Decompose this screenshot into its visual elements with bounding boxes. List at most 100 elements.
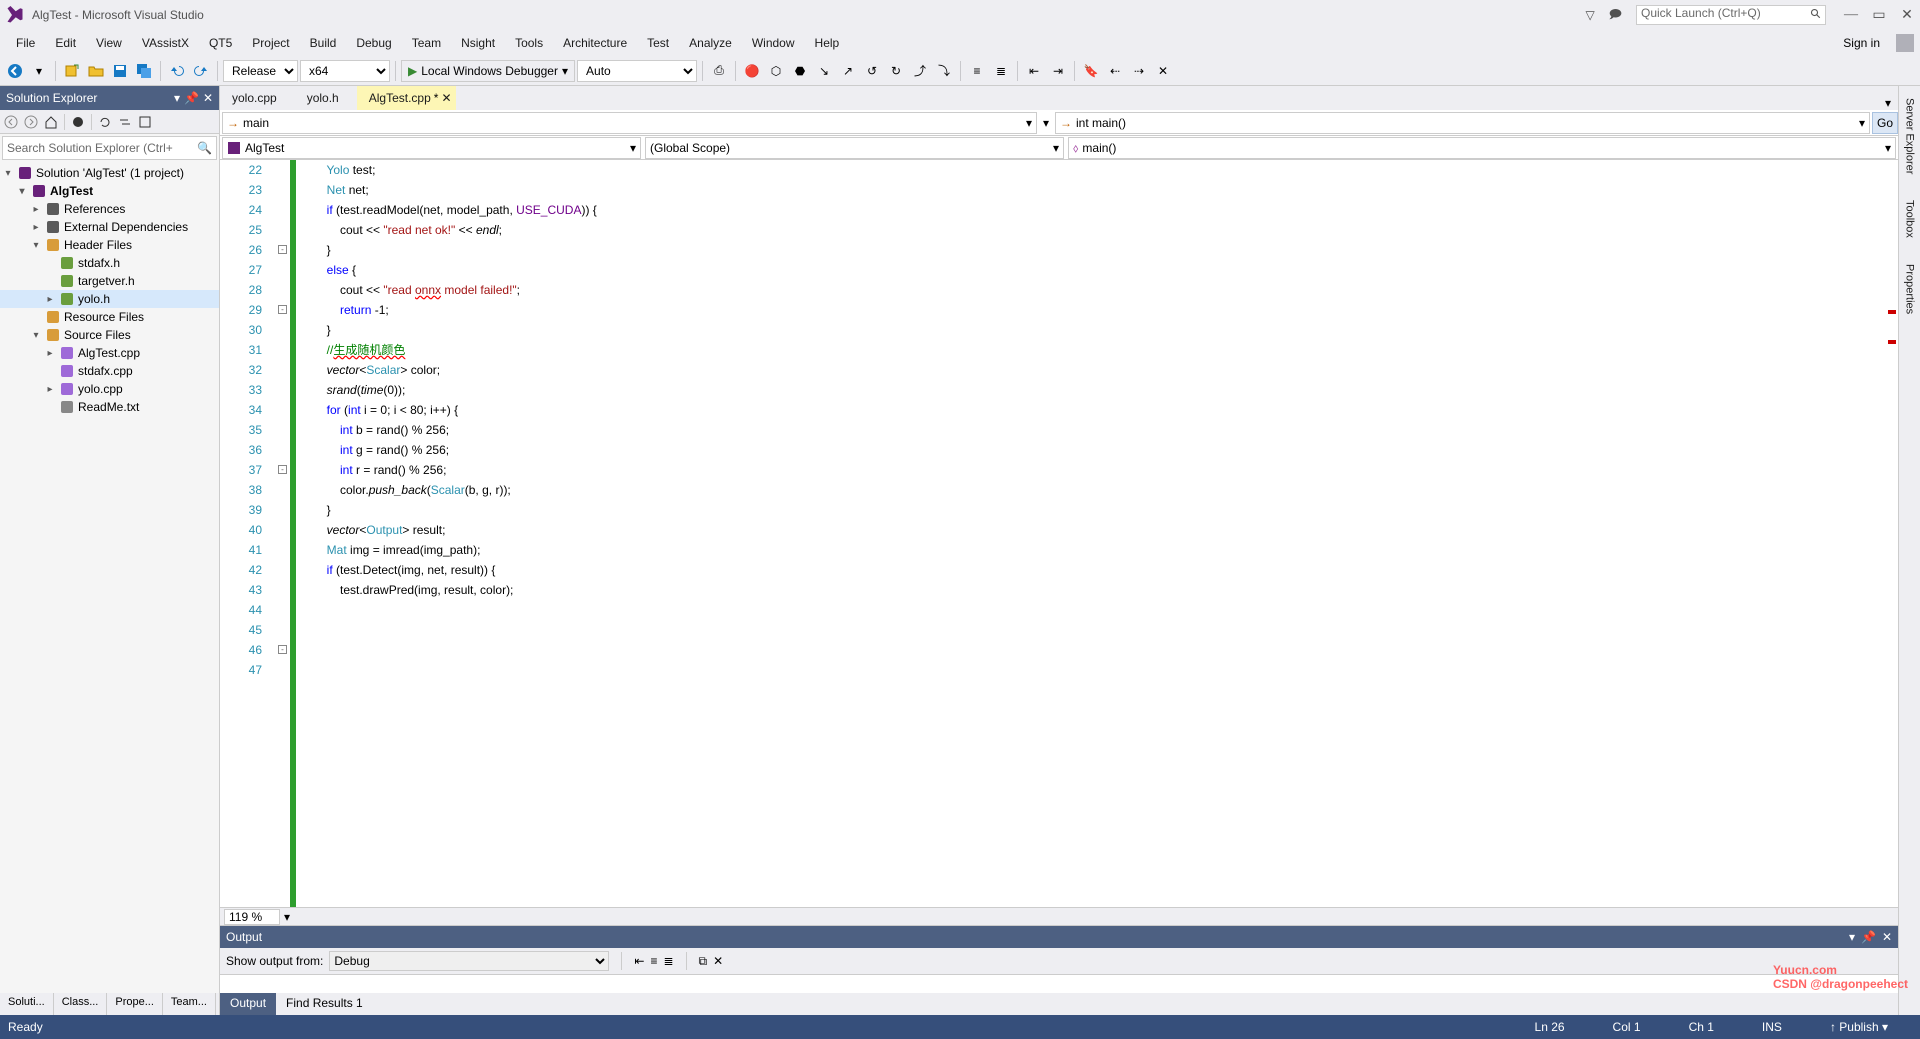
output-pin-icon[interactable]: 📌 xyxy=(1861,930,1876,944)
menu-edit[interactable]: Edit xyxy=(45,32,86,54)
nav-forward-button[interactable]: ▾ xyxy=(28,60,50,82)
zoom-select[interactable]: 119 % xyxy=(224,909,280,925)
tb-icon-15[interactable]: ⇠ xyxy=(1104,60,1126,82)
fold-toggle[interactable]: - xyxy=(278,465,287,474)
scope-namespace[interactable]: (Global Scope) ▾ xyxy=(645,137,1064,159)
save-all-button[interactable] xyxy=(133,60,155,82)
nav-dropdown-icon[interactable]: ▾ xyxy=(1039,116,1053,130)
menu-qt5[interactable]: QT5 xyxy=(199,32,242,54)
configuration-select[interactable]: Release xyxy=(223,60,298,82)
tree-item-source-files[interactable]: ▾Source Files xyxy=(0,326,219,344)
sync-icon[interactable] xyxy=(118,115,132,129)
feedback-icon[interactable]: 🗩 xyxy=(1609,5,1622,26)
refresh-icon[interactable] xyxy=(98,115,112,129)
tree-item-resource-files[interactable]: Resource Files xyxy=(0,308,219,326)
maximize-button[interactable]: ▭ xyxy=(1872,7,1886,24)
menu-tools[interactable]: Tools xyxy=(505,32,553,54)
auto-select[interactable]: Auto xyxy=(577,60,697,82)
tb-icon-5[interactable]: ↘ xyxy=(813,60,835,82)
fold-toggle[interactable]: - xyxy=(278,645,287,654)
scope-function[interactable]: ⬨ main() ▾ xyxy=(1068,137,1896,159)
menu-nsight[interactable]: Nsight xyxy=(451,32,505,54)
tb-icon-13[interactable]: ⇤ xyxy=(1023,60,1045,82)
save-button[interactable] xyxy=(109,60,131,82)
sign-in-link[interactable]: Sign in xyxy=(1843,36,1890,50)
rail-server-explorer[interactable]: Server Explorer xyxy=(1902,90,1918,182)
tree-item-references[interactable]: ▸References xyxy=(0,200,219,218)
menu-debug[interactable]: Debug xyxy=(346,32,401,54)
tab-team[interactable]: Team... xyxy=(163,993,216,1015)
solution-search-input[interactable]: Search Solution Explorer (Ctrl+ 🔍 xyxy=(2,136,217,160)
tb-icon-3[interactable]: ⬡ xyxy=(765,60,787,82)
quick-launch-input[interactable]: Quick Launch (Ctrl+Q) xyxy=(1636,5,1826,25)
go-button[interactable]: Go xyxy=(1872,112,1898,134)
scope-project[interactable]: AlgTest ▾ xyxy=(222,137,641,159)
bookmark-icon[interactable]: 🔖 xyxy=(1080,60,1102,82)
menu-window[interactable]: Window xyxy=(742,32,805,54)
output-dropdown-icon[interactable]: ▾ xyxy=(1849,930,1855,944)
tb-icon-9[interactable]: ⤴ xyxy=(909,60,931,82)
tab-output[interactable]: Output xyxy=(220,993,276,1015)
redo-button[interactable] xyxy=(190,60,212,82)
tb-icon-2[interactable]: 🔴 xyxy=(741,60,763,82)
tb-icon-4[interactable]: ⬣ xyxy=(789,60,811,82)
tree-item-solution-algtest-1-project-[interactable]: ▾Solution 'AlgTest' (1 project) xyxy=(0,164,219,182)
panel-close-icon[interactable]: ✕ xyxy=(203,91,213,105)
tree-item-header-files[interactable]: ▾Header Files xyxy=(0,236,219,254)
tb-icon-6[interactable]: ↗ xyxy=(837,60,859,82)
menu-architecture[interactable]: Architecture xyxy=(553,32,637,54)
tb-icon-11[interactable]: ≡ xyxy=(966,60,988,82)
close-button[interactable]: ✕ xyxy=(1900,7,1914,24)
output-body[interactable] xyxy=(220,974,1898,993)
tree-item-external-dependencies[interactable]: ▸External Dependencies xyxy=(0,218,219,236)
code-content[interactable]: Yolo test; Net net; if (test.readModel(n… xyxy=(296,160,1898,907)
tab-algtest-cpp[interactable]: AlgTest.cpp* ✕ xyxy=(357,86,457,110)
menu-view[interactable]: View xyxy=(86,32,132,54)
tree-item-algtest[interactable]: ▾AlgTest xyxy=(0,182,219,200)
tree-item-stdafx-cpp[interactable]: stdafx.cpp xyxy=(0,362,219,380)
tb-icon-1[interactable]: ⎙ xyxy=(708,60,730,82)
tab-solution[interactable]: Soluti... xyxy=(0,993,54,1015)
tree-item-algtest-cpp[interactable]: ▸AlgTest.cpp xyxy=(0,344,219,362)
start-debugging-button[interactable]: ▶ Local Windows Debugger ▾ xyxy=(401,60,575,82)
menu-file[interactable]: File xyxy=(6,32,45,54)
panel-dropdown-icon[interactable]: ▾ xyxy=(174,91,180,105)
tab-class[interactable]: Class... xyxy=(54,993,108,1015)
panel-pin-icon[interactable]: 📌 xyxy=(184,91,199,105)
tree-item-stdafx-h[interactable]: stdafx.h xyxy=(0,254,219,272)
avatar-icon[interactable] xyxy=(1896,34,1914,52)
tab-yolo-h[interactable]: yolo.h xyxy=(295,86,357,110)
tb-icon-17[interactable]: ✕ xyxy=(1152,60,1174,82)
menu-vassistx[interactable]: VAssistX xyxy=(132,32,199,54)
fold-toggle[interactable]: - xyxy=(278,305,287,314)
rail-toolbox[interactable]: Toolbox xyxy=(1902,192,1918,246)
undo-button[interactable] xyxy=(166,60,188,82)
new-project-button[interactable] xyxy=(61,60,83,82)
nav-left-dropdown[interactable]: → main ▾ xyxy=(222,112,1037,134)
output-source-select[interactable]: Debug xyxy=(329,951,609,971)
out-tool-2[interactable]: ≡ xyxy=(650,954,657,968)
back-icon[interactable] xyxy=(4,115,18,129)
out-tool-5[interactable]: ✕ xyxy=(713,954,723,968)
out-tool-3[interactable]: ≣ xyxy=(663,954,673,968)
tb-icon-12[interactable]: ≣ xyxy=(990,60,1012,82)
output-close-icon[interactable]: ✕ xyxy=(1882,930,1892,944)
tabs-dropdown-icon[interactable]: ▾ xyxy=(1878,96,1898,110)
platform-select[interactable]: x64 xyxy=(300,60,390,82)
code-editor[interactable]: ---- 22232425262728293031323334353637383… xyxy=(220,160,1898,907)
out-tool-1[interactable]: ⇤ xyxy=(634,954,644,968)
fold-toggle[interactable]: - xyxy=(278,245,287,254)
tb-icon-10[interactable]: ⤵ xyxy=(933,60,955,82)
menu-team[interactable]: Team xyxy=(402,32,451,54)
tree-item-yolo-cpp[interactable]: ▸yolo.cpp xyxy=(0,380,219,398)
tree-item-targetver-h[interactable]: targetver.h xyxy=(0,272,219,290)
rail-properties[interactable]: Properties xyxy=(1902,256,1918,322)
tb-icon-14[interactable]: ⇥ xyxy=(1047,60,1069,82)
tb-icon-16[interactable]: ⇢ xyxy=(1128,60,1150,82)
tb-icon-7[interactable]: ↺ xyxy=(861,60,883,82)
nav-right-dropdown[interactable]: → int main() ▾ xyxy=(1055,112,1870,134)
scope-icon[interactable] xyxy=(71,115,85,129)
menu-build[interactable]: Build xyxy=(300,32,347,54)
open-file-button[interactable] xyxy=(85,60,107,82)
menu-test[interactable]: Test xyxy=(637,32,679,54)
